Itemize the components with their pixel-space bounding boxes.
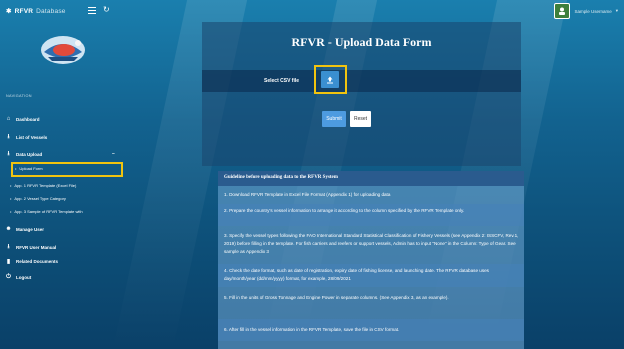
csv-file-label: Select CSV file bbox=[264, 78, 300, 84]
guideline-item: 4. Check the date format, such as date o… bbox=[218, 264, 524, 287]
download-icon: ⭳ bbox=[7, 134, 10, 140]
upload-icon: ⭳ bbox=[7, 151, 10, 157]
brand-star-icon: ✱ bbox=[6, 8, 12, 15]
sidebar-item-label: Data Upload bbox=[16, 151, 43, 157]
bullet-icon: • bbox=[15, 166, 17, 171]
chevron-down-icon: ▾ bbox=[615, 8, 618, 13]
power-icon: ⏻ bbox=[6, 274, 11, 280]
user-icon bbox=[559, 7, 566, 15]
rfvr-logo bbox=[34, 30, 92, 70]
top-bar: ✱ RFVR Database ↻ Sample Username ▾ bbox=[0, 0, 624, 22]
avatar[interactable] bbox=[554, 3, 571, 19]
sidebar-item-list-of-vessels[interactable]: ⭳ List of Vessels bbox=[5, 132, 47, 142]
sidebar-subitem-label: Upload Form bbox=[19, 166, 43, 171]
user-name: Sample Username bbox=[574, 8, 612, 14]
guideline-item: 1. Download RFVR Template in Excel File … bbox=[224, 192, 391, 197]
app-subtitle: Database bbox=[36, 7, 66, 15]
sidebar-subitem-label: App. 2 Vessel Type Category bbox=[14, 196, 66, 201]
menu-icon[interactable] bbox=[88, 7, 96, 14]
guideline-panel: Guideline before uploading data to the R… bbox=[218, 171, 524, 349]
sidebar-subitem-appendix-1[interactable]: • App. 1 RFVR Template (Excel File) bbox=[10, 183, 76, 188]
sidebar-item-user-manual[interactable]: ⭳ RFVR User Manual bbox=[5, 242, 56, 252]
sidebar-item-related-documents[interactable]: ▮ Related Documents bbox=[5, 258, 58, 265]
sidebar-subitem-label: App. 3 Sample of RFVR Template with bbox=[14, 209, 83, 214]
sidebar-item-label: Logout bbox=[16, 275, 32, 280]
guideline-item: 2. Prepare the country's vessel informat… bbox=[218, 204, 524, 226]
submit-button[interactable]: Submit bbox=[322, 111, 346, 127]
sidebar-item-label: Related Documents bbox=[16, 259, 59, 264]
sidebar-item-dashboard[interactable]: ⌂ Dashboard bbox=[5, 116, 40, 122]
sidebar-subitem-appendix-2[interactable]: • App. 2 Vessel Type Category bbox=[10, 196, 66, 201]
refresh-icon[interactable]: ↻ bbox=[103, 5, 110, 15]
upload-icon bbox=[327, 76, 333, 83]
file-select-row bbox=[202, 70, 521, 92]
reset-button[interactable]: Reset bbox=[350, 111, 371, 127]
sidebar-item-manage-user[interactable]: ☻ Manage User bbox=[5, 226, 44, 232]
download-icon: ⭳ bbox=[7, 244, 10, 250]
sidebar-subitem-upload-form[interactable]: • Upload Form bbox=[15, 166, 43, 171]
sidebar-item-label: Dashboard bbox=[16, 116, 40, 122]
collapse-icon[interactable]: − bbox=[112, 151, 115, 157]
sidebar-subitem-appendix-3[interactable]: • App. 3 Sample of RFVR Template with bbox=[10, 209, 83, 214]
guideline-item: 5. Fill in the units of Gross Tonnage an… bbox=[224, 295, 449, 300]
users-icon: ☻ bbox=[5, 226, 12, 232]
guideline-heading: Guideline before uploading data to the R… bbox=[218, 171, 524, 186]
bullet-icon: • bbox=[10, 196, 12, 201]
bullet-icon: • bbox=[10, 183, 12, 188]
guideline-item: 6. After fill in the vessel information … bbox=[218, 319, 524, 341]
sidebar: NAVIGATION ⌂ Dashboard ⭳ List of Vessels… bbox=[0, 22, 128, 349]
sidebar-item-logout[interactable]: ⏻ Logout bbox=[5, 274, 31, 281]
page-title: RFVR - Upload Data Form bbox=[291, 35, 432, 49]
home-icon: ⌂ bbox=[6, 116, 11, 122]
book-icon: ▮ bbox=[6, 259, 11, 265]
sidebar-item-data-upload[interactable]: ⭳ Data Upload − bbox=[5, 149, 114, 159]
sidebar-item-label: RFVR User Manual bbox=[16, 244, 57, 250]
user-menu[interactable]: Sample Username ▾ bbox=[554, 3, 618, 19]
bullet-icon: • bbox=[10, 209, 12, 214]
nav-heading: NAVIGATION bbox=[6, 94, 32, 98]
guideline-item: 3. Specify the vessel types following th… bbox=[224, 233, 519, 254]
app-name: RFVR bbox=[14, 7, 34, 15]
sidebar-item-label: List of Vessels bbox=[16, 134, 48, 140]
file-upload-button[interactable] bbox=[321, 71, 339, 88]
upload-form-panel: RFVR - Upload Data Form Select CSV file … bbox=[202, 22, 521, 166]
brand[interactable]: ✱ RFVR Database bbox=[0, 7, 66, 16]
sidebar-item-label: Manage User bbox=[16, 226, 45, 232]
sidebar-subitem-label: App. 1 RFVR Template (Excel File) bbox=[14, 183, 77, 188]
